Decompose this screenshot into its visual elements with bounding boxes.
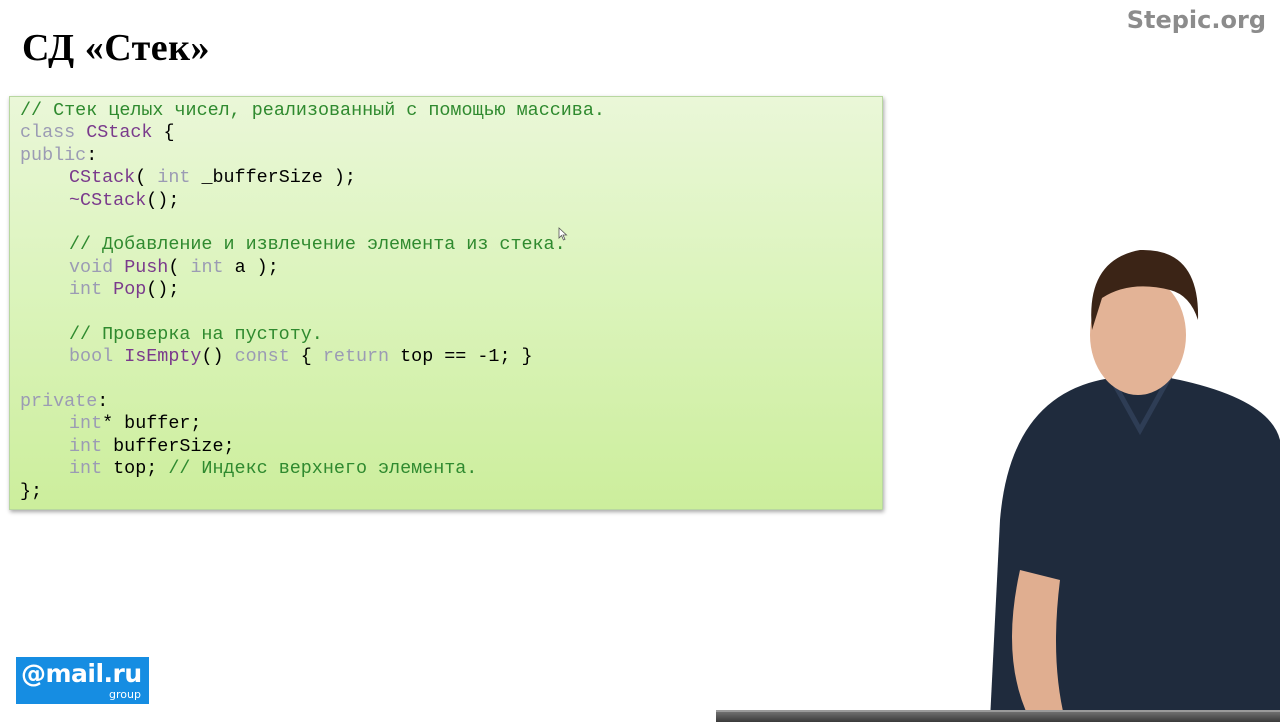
keyword-int: int [69, 435, 103, 457]
keyword-int: int [69, 413, 103, 435]
code-line-7: // Добавление и извлечение элемента из с… [20, 234, 605, 256]
code-text: ( [168, 256, 191, 278]
code-comment: // Проверка на пустоту. [69, 323, 323, 345]
keyword-int: int [190, 256, 224, 278]
slide-title: СД «Стек» [22, 27, 211, 69]
laptop-edge [716, 710, 1280, 722]
code-line-16: int bufferSize; [20, 436, 605, 458]
code-line-5: ~CStack(); [20, 190, 605, 212]
code-text: top == -1; } [389, 346, 533, 368]
code-line-8: void Push( int a ); [20, 257, 605, 279]
code-panel: // Стек целых чисел, реализованный с пом… [9, 96, 883, 510]
keyword-return: return [322, 346, 390, 368]
isempty-method: IsEmpty [124, 346, 202, 368]
logo-subtext: group [109, 688, 141, 701]
stepic-watermark: Stepic.org [1126, 6, 1266, 34]
code-line-15: int* buffer; [20, 413, 605, 435]
code-text: a ); [223, 256, 279, 278]
keyword-int: int [69, 458, 103, 480]
code-text: ( [135, 167, 158, 189]
code-listing: // Стек целых чисел, реализованный с пом… [20, 100, 605, 503]
code-comment: // Стек целых чисел, реализованный с пом… [20, 100, 605, 121]
presenter [990, 249, 1280, 720]
keyword-int: int [157, 167, 191, 189]
keyword-const: const [234, 346, 290, 368]
class-name: CStack [86, 122, 153, 144]
code-comment: // Добавление и извлечение элемента из с… [69, 234, 566, 256]
keyword-class: class [20, 122, 76, 144]
code-text: * buffer; [102, 413, 202, 435]
code-line-9: int Pop(); [20, 279, 605, 301]
code-text: : [97, 391, 109, 413]
code-line-3: public: [20, 145, 605, 167]
keyword-void: void [69, 256, 114, 278]
code-line-2: class CStack { [20, 122, 605, 144]
code-text: () [201, 346, 235, 368]
code-line-18: }; [20, 481, 605, 503]
code-text: top; [102, 458, 169, 480]
code-text: bufferSize; [102, 435, 235, 457]
code-text: _bufferSize ); [190, 167, 356, 189]
keyword-public: public [20, 144, 87, 166]
mouse-cursor-icon [558, 227, 568, 241]
code-line-12: bool IsEmpty() const { return top == -1;… [20, 346, 605, 368]
code-comment: // Индекс верхнего элемента. [168, 458, 478, 480]
push-method: Push [124, 256, 169, 278]
mailru-group-logo: @mail.ru group [16, 657, 149, 704]
code-text: }; [20, 480, 43, 502]
pop-method: Pop [113, 279, 147, 301]
destructor-name: ~CStack [69, 189, 147, 211]
logo-text: @mail.ru [21, 659, 142, 688]
code-line-1: // Стек целых чисел, реализованный с пом… [20, 100, 605, 122]
keyword-bool: bool [69, 346, 114, 368]
keyword-int: int [69, 279, 103, 301]
code-line-4: CStack( int _bufferSize ); [20, 167, 605, 189]
code-line-14: private: [20, 391, 605, 413]
code-line-17: int top; // Индекс верхнего элемента. [20, 458, 605, 480]
code-text: { [152, 122, 175, 144]
code-text: { [289, 346, 323, 368]
code-text: : [86, 144, 98, 166]
constructor-name: CStack [69, 167, 136, 189]
code-text: (); [146, 189, 180, 211]
keyword-private: private [20, 391, 98, 413]
code-line-11: // Проверка на пустоту. [20, 324, 605, 346]
code-text: (); [146, 279, 180, 301]
